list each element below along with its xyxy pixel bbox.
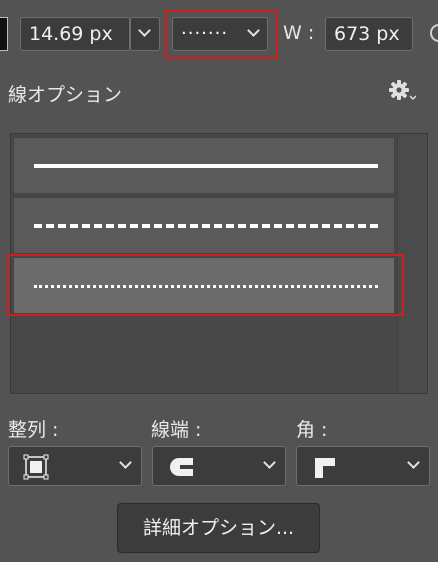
more-options-button[interactable]: 詳細オプション... [117,503,320,553]
selected-preset-highlight [7,254,404,316]
chevron-down-icon [263,456,276,469]
caps-dropdown[interactable] [152,446,286,486]
panel-title: 線オプション [8,84,123,106]
round-cap-icon [170,458,193,476]
corners-dropdown[interactable] [296,446,430,486]
preset-dashed-line[interactable] [13,197,395,254]
miter-corner-icon [315,458,335,478]
stroke-width-field[interactable]: 14.69 px [20,17,130,51]
preset-solid-line[interactable] [13,137,395,194]
caps-label: 線端 : [151,419,202,441]
stroke-color-swatch[interactable] [0,17,8,51]
width-value: 673 px [334,23,400,45]
stroke-width-value: 14.69 px [29,23,113,45]
width-field[interactable]: 673 px [325,17,413,51]
options-bar: 14.69 px ······· W : 673 px [0,0,438,66]
gear-icon[interactable] [388,79,416,103]
chevron-down-icon [119,456,132,469]
solid-line-preview [34,164,378,168]
stroke-type-highlight [165,10,278,59]
chevron-down-icon [407,456,420,469]
stroke-width-dropdown[interactable] [130,17,160,51]
align-dropdown[interactable] [8,446,142,486]
dashed-line-preview [34,224,378,228]
chevron-down-icon [138,24,151,37]
corners-label: 角 : [296,419,328,441]
link-icon[interactable] [430,24,438,42]
width-label: W : [283,22,315,44]
align-center-icon [23,454,49,480]
align-label: 整列 : [8,419,59,441]
